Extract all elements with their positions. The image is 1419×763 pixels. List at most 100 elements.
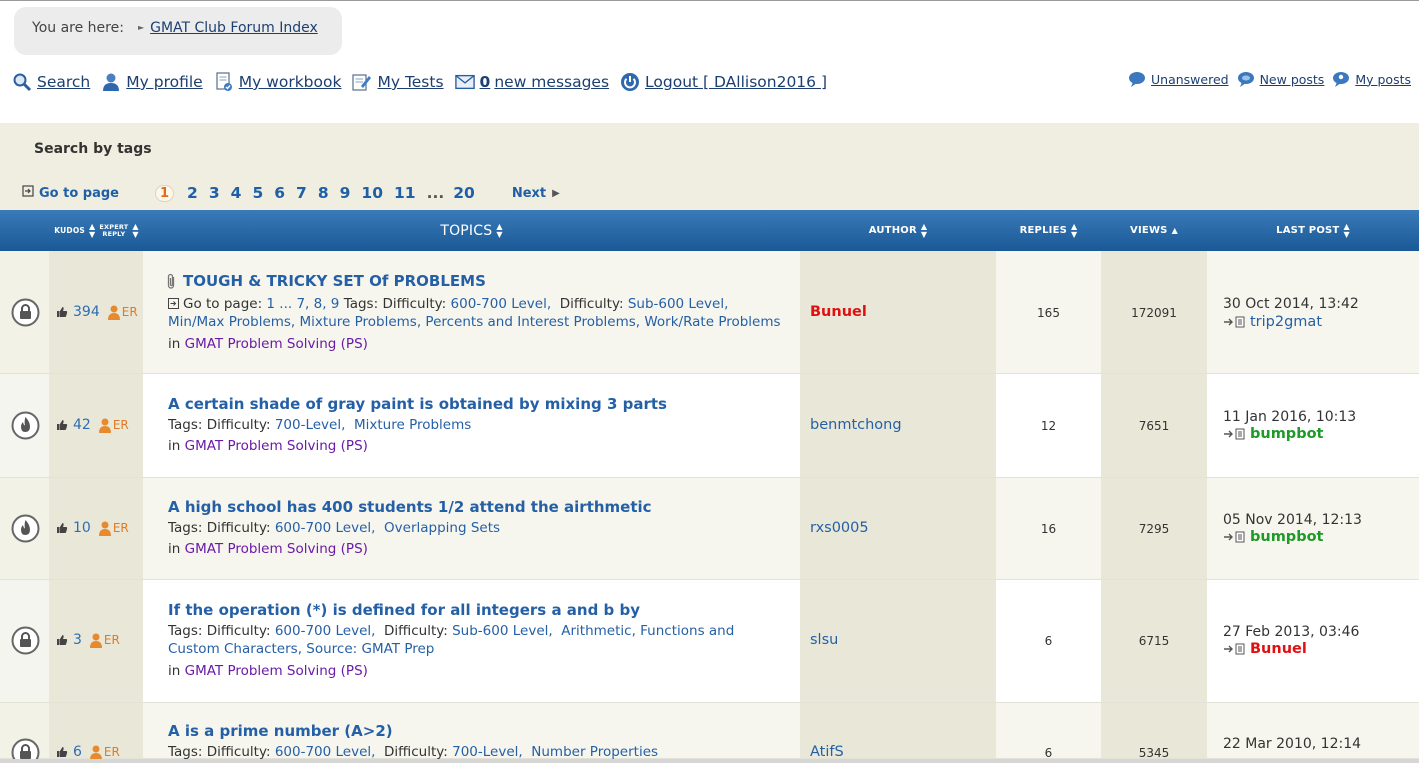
nav-logout[interactable]: Logout [ DAllison2016 ]: [620, 72, 827, 92]
topic-title-link[interactable]: If the operation (*) is defined for all …: [168, 601, 640, 619]
tags-prefix: Tags:: [343, 296, 383, 312]
expert-reply-badge[interactable]: ER: [98, 521, 129, 536]
forum-prefix: in: [168, 663, 181, 679]
nav-unanswered[interactable]: Unanswered: [1128, 70, 1229, 88]
expert-reply-header[interactable]: EXPERT REPLY: [99, 223, 128, 238]
tag-link[interactable]: Sub-600 Level,: [452, 623, 553, 639]
tag-link[interactable]: 700-Level,: [452, 744, 523, 760]
last-post-author[interactable]: Bunuel: [1223, 641, 1307, 657]
tag-links[interactable]: Number Properties: [531, 744, 658, 760]
sort-by-kudos[interactable]: KUDOS ▲ ▼ EXPERT REPLY ▲ ▼: [50, 210, 143, 251]
topic-title-link[interactable]: A certain shade of gray paint is obtaine…: [168, 395, 667, 413]
kudos-count[interactable]: 42: [73, 417, 91, 433]
kudos-count[interactable]: 10: [73, 520, 91, 536]
page-link-last[interactable]: 20: [453, 184, 475, 202]
tag-key: Difficulty:: [384, 623, 448, 639]
sort-by-topics[interactable]: TOPICS ▲ ▼: [143, 210, 800, 251]
sort-by-views[interactable]: VIEWS ▲: [1101, 210, 1207, 251]
author-link[interactable]: Bunuel: [810, 304, 867, 320]
expert-reply-badge[interactable]: ER: [107, 305, 138, 320]
user-icon: [101, 72, 121, 92]
last-post-author[interactable]: bumpbot: [1223, 529, 1323, 545]
sort-by-replies[interactable]: REPLIES ▲ ▼: [996, 210, 1101, 251]
nav-profile[interactable]: My profile: [101, 72, 203, 92]
expert-reply-badge[interactable]: ER: [89, 633, 120, 648]
next-page-button[interactable]: Next ▶: [512, 186, 560, 201]
sort-by-author[interactable]: AUTHOR ▲ ▼: [800, 210, 996, 251]
page-link[interactable]: 7: [296, 184, 307, 202]
forum-link[interactable]: GMAT Problem Solving (PS): [185, 336, 368, 352]
topic-page-links[interactable]: 1 ... 7, 8, 9: [266, 296, 339, 312]
topic-title-link[interactable]: A high school has 400 students 1/2 atten…: [168, 498, 652, 516]
tag-link[interactable]: Sub-600 Level,: [628, 296, 729, 312]
page-link[interactable]: 10: [361, 184, 383, 202]
last-post-date: 22 Mar 2010, 12:14: [1223, 736, 1362, 752]
paperclip-icon: [167, 273, 175, 289]
nav-my-posts[interactable]: My posts: [1332, 70, 1411, 88]
tag-link[interactable]: 600-700 Level,: [275, 623, 376, 639]
workbook-icon: [214, 72, 234, 92]
tag-link[interactable]: 600-700 Level,: [451, 296, 552, 312]
tag-key: Difficulty:: [382, 296, 447, 312]
kudos-count[interactable]: 3: [73, 632, 82, 648]
page-link[interactable]: 5: [252, 184, 263, 202]
expert-reply-badge[interactable]: ER: [98, 418, 129, 433]
page-link[interactable]: 11: [394, 184, 416, 202]
last-post-cell: 22 Mar 2010, 12:14: [1207, 703, 1419, 758]
expert-reply-label: ER: [112, 521, 129, 535]
author-header-label: AUTHOR: [868, 225, 917, 236]
page-link[interactable]: 3: [209, 184, 220, 202]
page-link[interactable]: 4: [231, 184, 242, 202]
kudos-count[interactable]: 6: [73, 744, 82, 760]
page-link[interactable]: 9: [340, 184, 351, 202]
forum-link[interactable]: GMAT Problem Solving (PS): [185, 541, 368, 557]
author-link[interactable]: benmtchong: [810, 417, 902, 433]
horizontal-scrollbar[interactable]: [0, 759, 1419, 763]
topic-title-link[interactable]: TOUGH & TRICKY SET Of PROBLEMS: [165, 272, 486, 290]
hot-topic-icon: [11, 411, 40, 440]
page-link[interactable]: 8: [318, 184, 329, 202]
author-link[interactable]: AtifS: [810, 744, 844, 760]
page-link[interactable]: 6: [274, 184, 285, 202]
expert-icon: [107, 305, 120, 320]
goto-page-icon: [22, 185, 34, 201]
topic-title-link[interactable]: A is a prime number (A>2): [168, 722, 393, 740]
last-post-author[interactable]: bumpbot: [1223, 426, 1323, 442]
author-cell: benmtchong: [800, 374, 996, 477]
forum-link[interactable]: GMAT Problem Solving (PS): [185, 438, 368, 454]
nav-search[interactable]: Search: [12, 72, 90, 92]
author-link[interactable]: rxs0005: [810, 520, 869, 536]
replies-count: 12: [1040, 419, 1057, 433]
author-link[interactable]: slsu: [810, 632, 838, 648]
last-post-cell: 27 Feb 2013, 03:46 Bunuel: [1207, 580, 1419, 702]
goto-page-button[interactable]: Go to page: [22, 185, 119, 201]
tag-link[interactable]: 600-700 Level,: [275, 520, 376, 536]
topic-tags: Tags: Difficulty: 700-Level, Mixture Pro…: [168, 416, 788, 434]
expert-reply-badge[interactable]: ER: [89, 745, 120, 760]
tag-links[interactable]: Min/Max Problems, Mixture Problems, Perc…: [168, 314, 781, 330]
sort-icon: ▲ ▼: [89, 221, 96, 239]
nav-workbook[interactable]: My workbook: [214, 72, 341, 92]
forum-link[interactable]: GMAT Problem Solving (PS): [185, 663, 368, 679]
tag-links[interactable]: Overlapping Sets: [384, 520, 500, 536]
topic-cell: A is a prime number (A>2) Tags: Difficul…: [143, 703, 800, 760]
sort-by-last-post[interactable]: LAST POST ▲ ▼: [1207, 210, 1419, 251]
nav-unanswered-label: Unanswered: [1151, 71, 1229, 87]
messages-count: 0: [479, 73, 491, 91]
posts-nav: Unanswered New posts My posts: [1120, 70, 1411, 88]
replies-header-label: REPLIES: [1019, 225, 1068, 236]
last-post-author[interactable]: trip2gmat: [1223, 314, 1322, 330]
last-post-user: bumpbot: [1250, 426, 1324, 442]
tag-link[interactable]: 600-700 Level,: [275, 744, 376, 760]
last-post-user: Bunuel: [1250, 641, 1307, 657]
nav-profile-label: My profile: [126, 73, 203, 91]
kudos-count[interactable]: 394: [73, 304, 100, 320]
nav-tests[interactable]: My Tests: [352, 72, 444, 92]
page-link[interactable]: 2: [187, 184, 198, 202]
breadcrumb-forum-index-link[interactable]: GMAT Club Forum Index: [150, 20, 318, 36]
nav-new-posts[interactable]: New posts: [1237, 70, 1324, 88]
tag-links[interactable]: Mixture Problems: [354, 417, 471, 433]
tag-link[interactable]: 700-Level,: [275, 417, 346, 433]
expert-reply-label: ER: [112, 418, 129, 432]
nav-messages[interactable]: 0 new messages: [454, 72, 609, 92]
